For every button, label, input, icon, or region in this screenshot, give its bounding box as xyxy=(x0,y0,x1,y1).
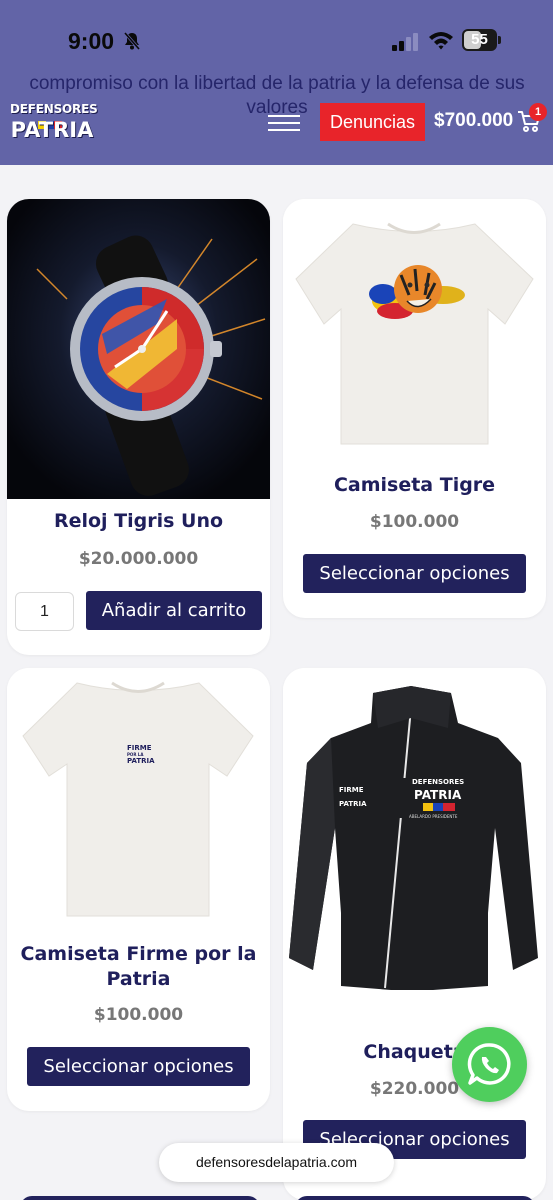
quantity-input[interactable]: 1 xyxy=(15,592,74,631)
product-price: $100.000 xyxy=(369,512,460,532)
product-image-tiger-shirt[interactable] xyxy=(283,199,546,459)
next-card-peek xyxy=(295,1196,535,1200)
wifi-icon xyxy=(429,32,453,50)
jacket-logo-text: DEFENSORES xyxy=(412,778,464,786)
menu-icon[interactable] xyxy=(268,113,302,133)
site-header: 9:00 55 compromiso con la libertad de la… xyxy=(0,0,553,165)
shirt-print-text: FIRME xyxy=(127,744,152,752)
product-image-jacket[interactable]: DEFENSORES PATRIA ABELARDO PRESIDENTE FI… xyxy=(283,668,546,1023)
product-title[interactable]: Reloj Tigris Uno xyxy=(15,509,262,534)
status-bar: 9:00 55 xyxy=(0,26,553,58)
jacket-chest-text: FIRME xyxy=(339,786,364,794)
product-price: $20.000.000 xyxy=(78,549,199,569)
product-title[interactable]: Camiseta Tigre xyxy=(291,473,538,498)
product-price: $100.000 xyxy=(93,1005,184,1025)
jacket-logo-text: PATRIA xyxy=(414,788,462,802)
product-card: Reloj Tigris Uno $20.000.000 1 Añadir al… xyxy=(7,199,270,655)
jacket-subtitle-text: ABELARDO PRESIDENTE xyxy=(409,814,458,819)
cart-total[interactable]: $700.000 xyxy=(434,110,513,132)
product-image-firme-shirt[interactable]: FIRME POR LA PATRIA xyxy=(7,668,270,930)
product-card: FIRME POR LA PATRIA Camiseta Firme por l… xyxy=(7,668,270,1111)
status-time: 9:00 xyxy=(68,28,115,54)
bell-slash-icon xyxy=(123,32,141,50)
jacket-chest-text: PATRIA xyxy=(339,800,367,808)
shirt-print-text: PATRIA xyxy=(127,757,155,765)
logo-text-bottom: PATRIA xyxy=(10,118,94,142)
next-card-peek xyxy=(20,1196,260,1200)
product-title[interactable]: Camiseta Firme por la Patria xyxy=(15,942,262,992)
product-image-watch[interactable] xyxy=(7,199,270,499)
site-logo[interactable]: DEFENSORES PATRIA xyxy=(10,102,98,144)
whatsapp-icon xyxy=(467,1043,511,1085)
add-to-cart-button[interactable]: Añadir al carrito xyxy=(86,591,262,630)
select-options-button[interactable]: Seleccionar opciones xyxy=(303,554,526,593)
battery-icon: 55 xyxy=(462,29,502,51)
denuncias-button[interactable]: Denuncias xyxy=(320,103,425,141)
battery-percent: 55 xyxy=(471,31,488,48)
select-options-button[interactable]: Seleccionar opciones xyxy=(27,1047,250,1086)
product-card: DEFENSORES PATRIA ABELARDO PRESIDENTE FI… xyxy=(283,668,546,1200)
cart-count-badge: 1 xyxy=(529,103,547,121)
product-card: Camiseta Tigre $100.000 Seleccionar opci… xyxy=(283,199,546,618)
whatsapp-chat-button[interactable] xyxy=(452,1027,527,1102)
browser-address-bar[interactable]: defensoresdelapatria.com xyxy=(159,1143,394,1182)
logo-text-top: DEFENSORES xyxy=(10,102,98,116)
cell-signal-icon xyxy=(392,33,418,51)
